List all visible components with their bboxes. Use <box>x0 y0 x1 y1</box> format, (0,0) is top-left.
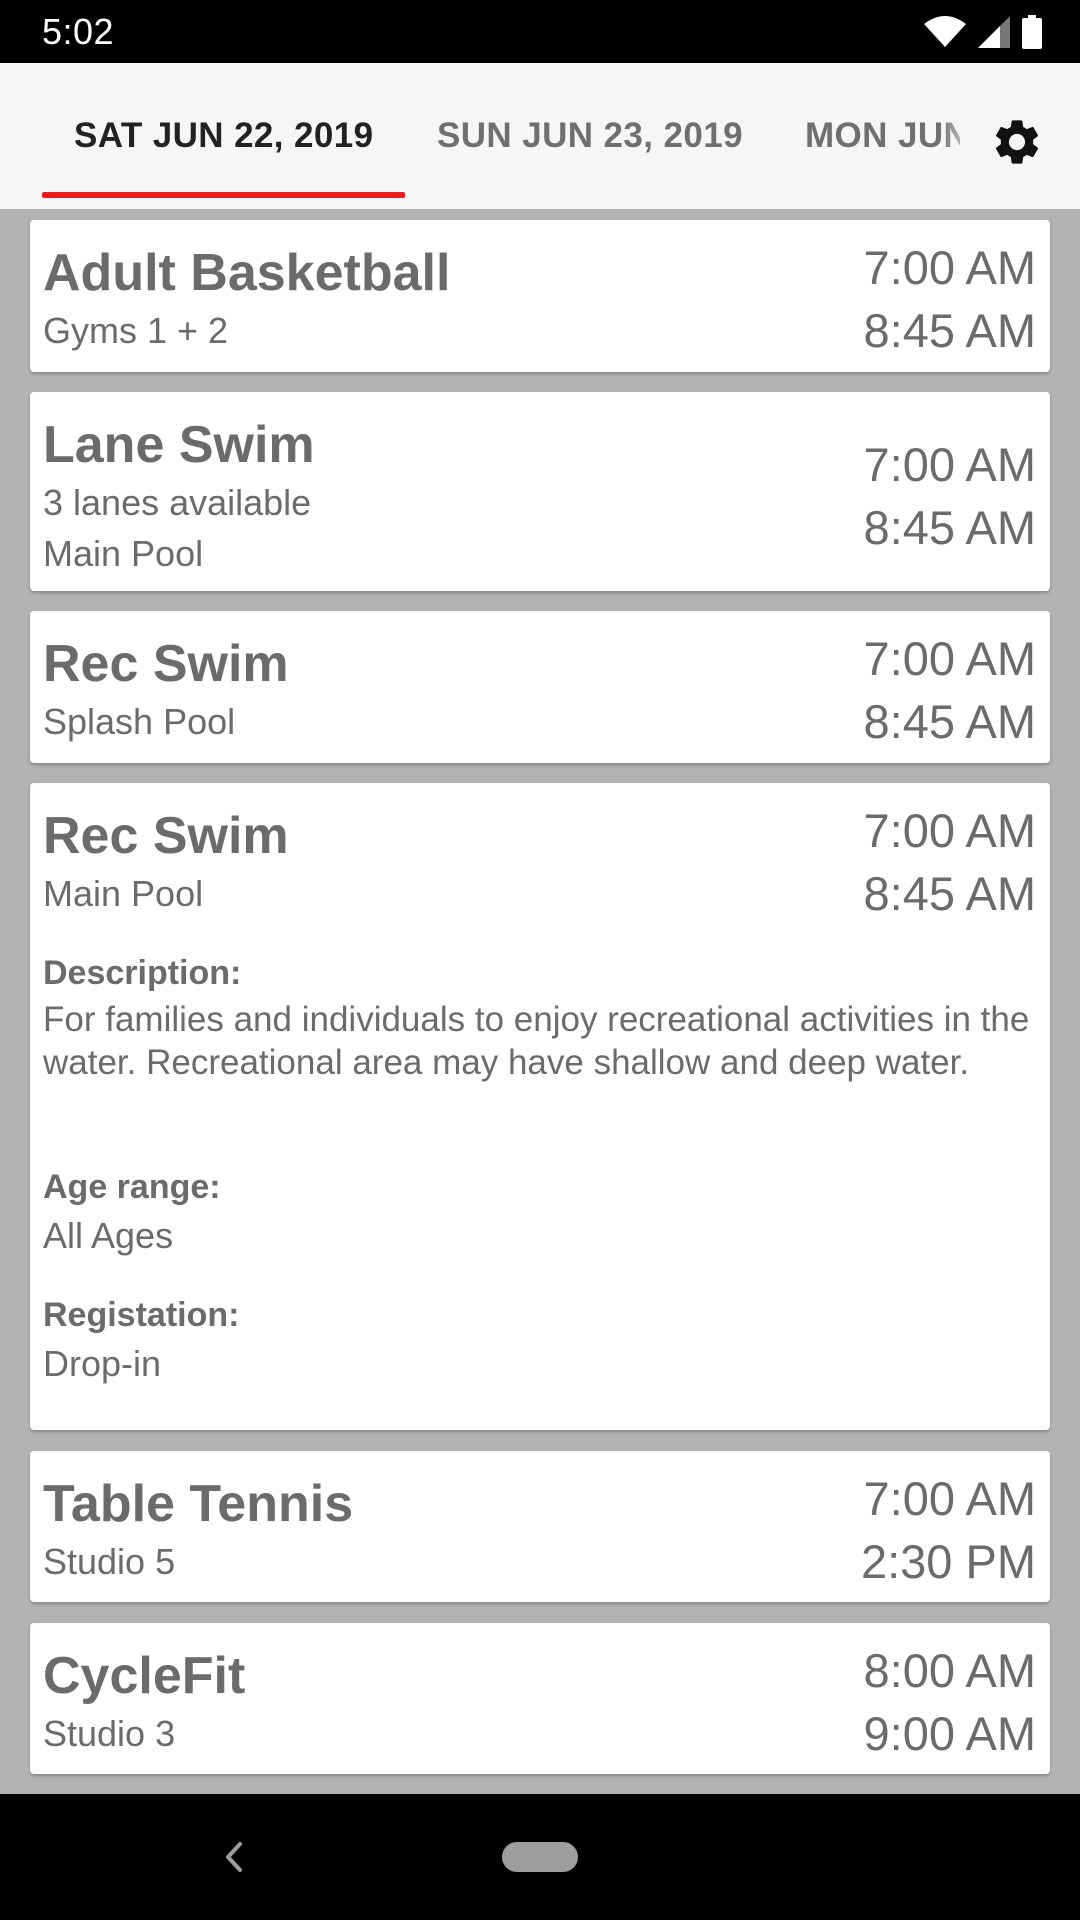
event-start-time: 7:00 AM <box>863 804 1036 857</box>
status-time: 5:02 <box>42 10 115 52</box>
event-location: Splash Pool <box>43 701 236 742</box>
tab-sat-jun-22[interactable]: SAT JUN 22, 2019 <box>74 63 374 209</box>
age-range-value: All Ages <box>43 1215 174 1256</box>
event-start-time: 8:00 AM <box>863 1644 1036 1697</box>
event-title: CycleFit <box>43 1647 246 1705</box>
registration-value: Drop-in <box>43 1343 162 1384</box>
event-title: Adult Basketball <box>43 244 451 302</box>
battery-icon <box>1022 14 1042 49</box>
event-start-time: 7:00 AM <box>863 241 1036 294</box>
event-title: Rec Swim <box>43 635 289 693</box>
event-location: Main Pool <box>43 873 204 914</box>
age-range-label: Age range: <box>43 1168 221 1206</box>
event-location: Studio 3 <box>43 1713 176 1754</box>
description-text: For families and individuals to enjoy re… <box>43 1000 1030 1082</box>
back-arrow-icon[interactable] <box>218 1836 250 1878</box>
event-title: Rec Swim <box>43 807 289 865</box>
date-tabs: SAT JUN 22, 2019 SUN JUN 23, 2019 MON JU… <box>0 63 960 209</box>
event-title: Table Tennis <box>43 1475 354 1533</box>
gear-icon <box>995 120 1039 164</box>
event-card[interactable]: CycleFit Studio 3 8:00 AM 9:00 AM <box>30 1623 1050 1774</box>
description-label: Description: <box>43 954 242 992</box>
tab-sun-jun-23[interactable]: SUN JUN 23, 2019 <box>437 63 743 209</box>
event-card[interactable]: Rec Swim Splash Pool 7:00 AM 8:45 AM <box>30 611 1050 763</box>
settings-button[interactable] <box>982 107 1052 177</box>
cell-signal-icon <box>978 15 1010 48</box>
event-card-expanded[interactable]: Rec Swim Main Pool 7:00 AM 8:45 AM Descr… <box>30 783 1050 1430</box>
selected-tab-indicator <box>42 192 405 198</box>
event-end-time: 2:30 PM <box>860 1535 1036 1588</box>
event-detail: 3 lanes available <box>43 482 312 523</box>
event-start-time: 7:00 AM <box>863 1472 1036 1525</box>
registration-label: Registation: <box>43 1296 240 1334</box>
event-card[interactable]: Adult Basketball Gyms 1 + 2 7:00 AM 8:45… <box>30 220 1050 372</box>
status-icons <box>924 14 1042 49</box>
home-pill-icon[interactable] <box>502 1842 578 1872</box>
event-location: Studio 5 <box>43 1541 176 1582</box>
screen: 5:02 SAT JUN 22, 2019 SUN JUN 23, 2019 M… <box>0 0 1080 1920</box>
navigation-bar <box>0 1794 1080 1920</box>
event-card[interactable]: Table Tennis Studio 5 7:00 AM 2:30 PM <box>30 1451 1050 1602</box>
tab-mon-jun[interactable]: MON JUN <box>805 63 960 209</box>
status-bar: 5:02 <box>0 0 1080 63</box>
event-start-time: 7:00 AM <box>863 632 1036 685</box>
event-end-time: 8:45 AM <box>863 867 1036 920</box>
wifi-icon <box>924 15 966 47</box>
event-start-time: 7:00 AM <box>863 438 1036 491</box>
event-location: Main Pool <box>43 533 204 574</box>
event-list: Adult Basketball Gyms 1 + 2 7:00 AM 8:45… <box>0 209 1080 1794</box>
event-end-time: 8:45 AM <box>863 695 1036 748</box>
event-end-time: 8:45 AM <box>863 501 1036 554</box>
event-end-time: 8:45 AM <box>863 304 1036 357</box>
event-title: Lane Swim <box>43 416 315 474</box>
tab-fade <box>940 63 960 209</box>
event-end-time: 9:00 AM <box>863 1707 1036 1760</box>
event-card[interactable]: Lane Swim 3 lanes available Main Pool 7:… <box>30 392 1050 591</box>
app-bar: SAT JUN 22, 2019 SUN JUN 23, 2019 MON JU… <box>0 63 1080 209</box>
event-location: Gyms 1 + 2 <box>43 310 229 351</box>
